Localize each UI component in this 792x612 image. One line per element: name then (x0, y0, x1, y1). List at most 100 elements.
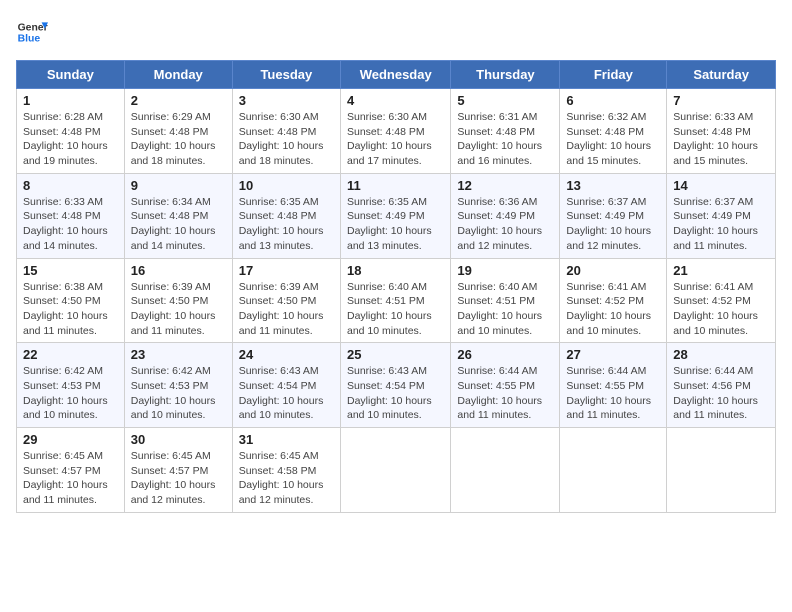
calendar-day-cell: 24Sunrise: 6:43 AM Sunset: 4:54 PM Dayli… (232, 343, 340, 428)
day-number: 11 (347, 178, 444, 193)
day-number: 15 (23, 263, 118, 278)
day-number: 13 (566, 178, 660, 193)
day-number: 7 (673, 93, 769, 108)
calendar-day-cell: 4 Sunrise: 6:30 AM Sunset: 4:48 PM Daylig… (340, 89, 450, 174)
day-number: 19 (457, 263, 553, 278)
day-info: Sunrise: 6:39 AM Sunset: 4:50 PM Dayligh… (239, 280, 334, 339)
day-info: Sunrise: 6:43 AM Sunset: 4:54 PM Dayligh… (239, 364, 334, 423)
day-info: Sunrise: 6:40 AM Sunset: 4:51 PM Dayligh… (457, 280, 553, 339)
day-number: 3 (239, 93, 334, 108)
day-number: 26 (457, 347, 553, 362)
calendar-day-cell: 23 Sunrise: 6:42 AM Sunset: 4:53 PM Dayli… (124, 343, 232, 428)
day-number: 23 (131, 347, 226, 362)
day-of-week-header: Saturday (667, 61, 776, 89)
day-info: Sunrise: 6:35 AM Sunset: 4:49 PM Dayligh… (347, 195, 444, 254)
day-of-week-header: Tuesday (232, 61, 340, 89)
day-number: 21 (673, 263, 769, 278)
day-number: 30 (131, 432, 226, 447)
day-info: Sunrise: 6:44 AM Sunset: 4:55 PM Dayligh… (457, 364, 553, 423)
day-info: Sunrise: 6:40 AM Sunset: 4:51 PM Dayligh… (347, 280, 444, 339)
day-info: Sunrise: 6:42 AM Sunset: 4:53 PM Dayligh… (23, 364, 118, 423)
calendar-day-cell: 11 Sunrise: 6:35 AM Sunset: 4:49 PM Dayli… (340, 173, 450, 258)
calendar-week-row: 8 Sunrise: 6:33 AM Sunset: 4:48 PM Daylig… (17, 173, 776, 258)
day-info: Sunrise: 6:36 AM Sunset: 4:49 PM Dayligh… (457, 195, 553, 254)
day-number: 16 (131, 263, 226, 278)
day-number: 8 (23, 178, 118, 193)
day-info: Sunrise: 6:37 AM Sunset: 4:49 PM Dayligh… (673, 195, 769, 254)
day-number: 22 (23, 347, 118, 362)
day-number: 20 (566, 263, 660, 278)
day-number: 17 (239, 263, 334, 278)
day-info: Sunrise: 6:42 AM Sunset: 4:53 PM Dayligh… (131, 364, 226, 423)
calendar-day-cell: 13 Sunrise: 6:37 AM Sunset: 4:49 PM Dayli… (560, 173, 667, 258)
day-number: 4 (347, 93, 444, 108)
day-info: Sunrise: 6:43 AM Sunset: 4:54 PM Dayligh… (347, 364, 444, 423)
day-info: Sunrise: 6:35 AM Sunset: 4:48 PM Dayligh… (239, 195, 334, 254)
calendar-day-cell: 5 Sunrise: 6:31 AM Sunset: 4:48 PM Daylig… (451, 89, 560, 174)
calendar-week-row: 29 Sunrise: 6:45 AM Sunset: 4:57 PM Dayli… (17, 428, 776, 513)
calendar-day-cell: 12 Sunrise: 6:36 AM Sunset: 4:49 PM Dayli… (451, 173, 560, 258)
calendar-day-cell: 1 Sunrise: 6:28 AM Sunset: 4:48 PM Daylig… (17, 89, 125, 174)
calendar-day-cell (451, 428, 560, 513)
day-info: Sunrise: 6:30 AM Sunset: 4:48 PM Dayligh… (239, 110, 334, 169)
calendar-day-cell (560, 428, 667, 513)
day-number: 31 (239, 432, 334, 447)
day-number: 2 (131, 93, 226, 108)
calendar-day-cell: 28 Sunrise: 6:44 AM Sunset: 4:56 PM Dayli… (667, 343, 776, 428)
calendar-day-cell: 27Sunrise: 6:44 AM Sunset: 4:55 PM Dayli… (560, 343, 667, 428)
day-info: Sunrise: 6:33 AM Sunset: 4:48 PM Dayligh… (23, 195, 118, 254)
calendar-day-cell: 31 Sunrise: 6:45 AM Sunset: 4:58 PM Dayli… (232, 428, 340, 513)
calendar-day-cell: 2 Sunrise: 6:29 AM Sunset: 4:48 PM Daylig… (124, 89, 232, 174)
day-info: Sunrise: 6:45 AM Sunset: 4:57 PM Dayligh… (23, 449, 118, 508)
calendar-day-cell: 7Sunrise: 6:33 AM Sunset: 4:48 PM Daylig… (667, 89, 776, 174)
day-info: Sunrise: 6:39 AM Sunset: 4:50 PM Dayligh… (131, 280, 226, 339)
calendar-day-cell: 17 Sunrise: 6:39 AM Sunset: 4:50 PM Dayli… (232, 258, 340, 343)
calendar-day-cell: 18Sunrise: 6:40 AM Sunset: 4:51 PM Dayli… (340, 258, 450, 343)
calendar-day-cell: 19 Sunrise: 6:40 AM Sunset: 4:51 PM Dayli… (451, 258, 560, 343)
day-number: 28 (673, 347, 769, 362)
calendar-day-cell: 29 Sunrise: 6:45 AM Sunset: 4:57 PM Dayli… (17, 428, 125, 513)
calendar-day-cell: 3 Sunrise: 6:30 AM Sunset: 4:48 PM Daylig… (232, 89, 340, 174)
calendar-week-row: 15 Sunrise: 6:38 AM Sunset: 4:50 PM Dayli… (17, 258, 776, 343)
day-info: Sunrise: 6:30 AM Sunset: 4:48 PM Dayligh… (347, 110, 444, 169)
calendar-day-cell: 14 Sunrise: 6:37 AM Sunset: 4:49 PM Dayli… (667, 173, 776, 258)
day-info: Sunrise: 6:45 AM Sunset: 4:58 PM Dayligh… (239, 449, 334, 508)
calendar-week-row: 22 Sunrise: 6:42 AM Sunset: 4:53 PM Dayli… (17, 343, 776, 428)
day-number: 1 (23, 93, 118, 108)
calendar-day-cell: 9 Sunrise: 6:34 AM Sunset: 4:48 PM Daylig… (124, 173, 232, 258)
calendar-day-cell: 26 Sunrise: 6:44 AM Sunset: 4:55 PM Dayli… (451, 343, 560, 428)
calendar-day-cell: 8 Sunrise: 6:33 AM Sunset: 4:48 PM Daylig… (17, 173, 125, 258)
day-info: Sunrise: 6:44 AM Sunset: 4:55 PM Dayligh… (566, 364, 660, 423)
day-number: 5 (457, 93, 553, 108)
day-info: Sunrise: 6:41 AM Sunset: 4:52 PM Dayligh… (673, 280, 769, 339)
day-info: Sunrise: 6:34 AM Sunset: 4:48 PM Dayligh… (131, 195, 226, 254)
day-number: 29 (23, 432, 118, 447)
calendar-day-cell: 16 Sunrise: 6:39 AM Sunset: 4:50 PM Dayli… (124, 258, 232, 343)
calendar-day-cell: 21 Sunrise: 6:41 AM Sunset: 4:52 PM Dayli… (667, 258, 776, 343)
page-header: General Blue (16, 16, 776, 48)
day-number: 9 (131, 178, 226, 193)
calendar-header-row: SundayMondayTuesdayWednesdayThursdayFrid… (17, 61, 776, 89)
calendar-day-cell: 15 Sunrise: 6:38 AM Sunset: 4:50 PM Dayli… (17, 258, 125, 343)
calendar-day-cell: 6 Sunrise: 6:32 AM Sunset: 4:48 PM Daylig… (560, 89, 667, 174)
day-info: Sunrise: 6:32 AM Sunset: 4:48 PM Dayligh… (566, 110, 660, 169)
day-number: 6 (566, 93, 660, 108)
logo: General Blue (16, 16, 48, 48)
day-of-week-header: Friday (560, 61, 667, 89)
calendar-table: SundayMondayTuesdayWednesdayThursdayFrid… (16, 60, 776, 513)
day-number: 10 (239, 178, 334, 193)
calendar-week-row: 1 Sunrise: 6:28 AM Sunset: 4:48 PM Daylig… (17, 89, 776, 174)
day-info: Sunrise: 6:29 AM Sunset: 4:48 PM Dayligh… (131, 110, 226, 169)
calendar-day-cell: 30 Sunrise: 6:45 AM Sunset: 4:57 PM Dayli… (124, 428, 232, 513)
day-number: 12 (457, 178, 553, 193)
day-info: Sunrise: 6:44 AM Sunset: 4:56 PM Dayligh… (673, 364, 769, 423)
day-of-week-header: Thursday (451, 61, 560, 89)
day-number: 14 (673, 178, 769, 193)
day-info: Sunrise: 6:45 AM Sunset: 4:57 PM Dayligh… (131, 449, 226, 508)
day-info: Sunrise: 6:38 AM Sunset: 4:50 PM Dayligh… (23, 280, 118, 339)
day-of-week-header: Wednesday (340, 61, 450, 89)
day-info: Sunrise: 6:37 AM Sunset: 4:49 PM Dayligh… (566, 195, 660, 254)
day-info: Sunrise: 6:28 AM Sunset: 4:48 PM Dayligh… (23, 110, 118, 169)
day-info: Sunrise: 6:31 AM Sunset: 4:48 PM Dayligh… (457, 110, 553, 169)
calendar-day-cell: 20Sunrise: 6:41 AM Sunset: 4:52 PM Dayli… (560, 258, 667, 343)
